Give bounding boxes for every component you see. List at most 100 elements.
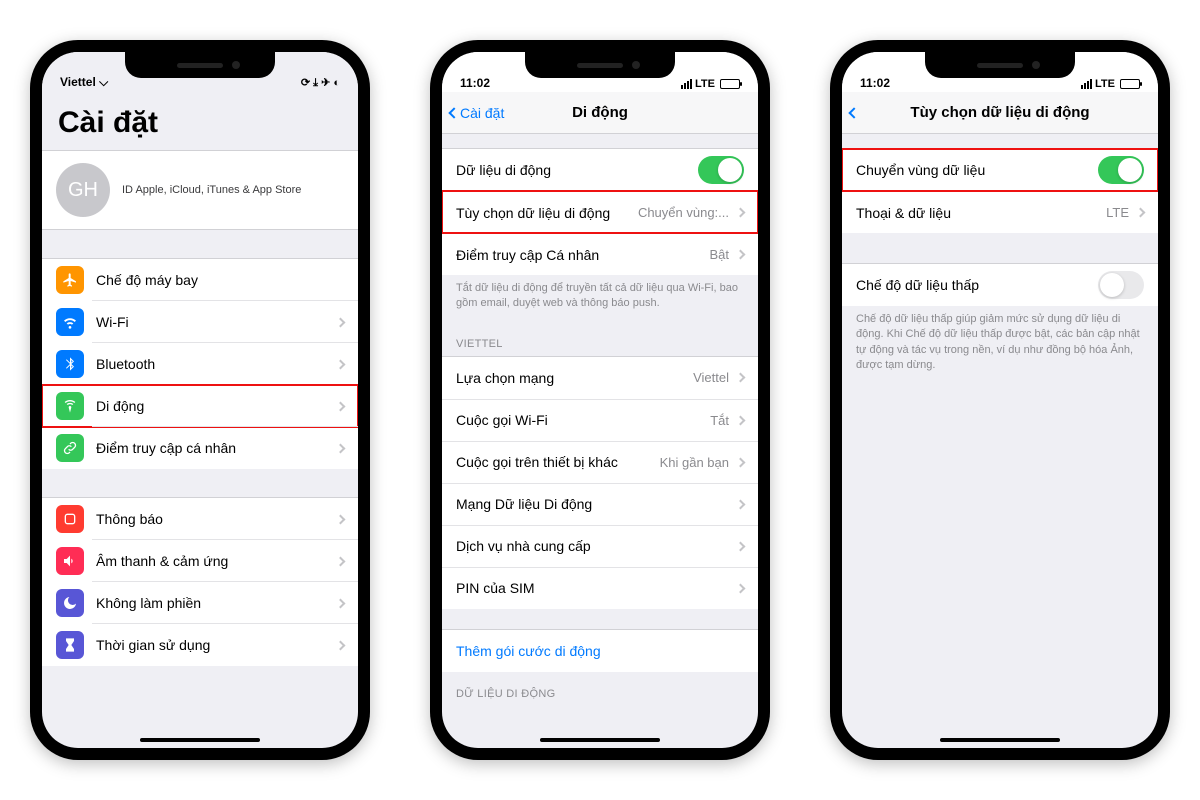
voice-data-row[interactable]: Thoại & dữ liệuLTE bbox=[842, 191, 1158, 233]
status-icons: ⟳ ⤓ ✈︎ ◐ bbox=[301, 76, 340, 90]
row-label: Chế độ máy bay bbox=[96, 272, 344, 288]
row-label: Bluetooth bbox=[96, 356, 329, 372]
row-label: PIN của SIM bbox=[456, 580, 729, 596]
add-cellular-plan[interactable]: Thêm gói cước di động bbox=[442, 630, 758, 672]
row-label: Wi-Fi bbox=[96, 314, 329, 330]
personal-hotspot-row[interactable]: Điểm truy cập Cá nhânBật bbox=[442, 233, 758, 275]
wifi-calling-row[interactable]: Cuộc gọi Wi-FiTắt bbox=[442, 399, 758, 441]
notifications-section: Thông báo Âm thanh & cảm ứng Không làm phi… bbox=[42, 497, 358, 666]
carrier-services-row[interactable]: Dịch vụ nhà cung cấp bbox=[442, 525, 758, 567]
chevron-right-icon bbox=[736, 208, 746, 218]
chevron-right-icon bbox=[736, 541, 746, 551]
row-label: Mạng Dữ liệu Di động bbox=[456, 496, 729, 512]
phone-frame-1: Viettel ⌵ ⟳ ⤓ ✈︎ ◐ Cài đặt GH ID Apple, … bbox=[30, 40, 370, 760]
row-value: Viettel bbox=[693, 370, 729, 385]
network-label: LTE bbox=[1095, 78, 1115, 90]
hourglass-icon bbox=[56, 631, 84, 659]
page-title: Cài đặt bbox=[42, 92, 358, 150]
row-label: Lựa chọn mạng bbox=[456, 370, 693, 386]
back-button[interactable]: Cài đặt bbox=[450, 105, 504, 121]
chevron-left-icon bbox=[448, 107, 459, 118]
row-label: Thời gian sử dụng bbox=[96, 637, 329, 653]
chevron-right-icon bbox=[336, 640, 346, 650]
cellular-footer: Tắt dữ liệu di động để truyền tất cả dữ … bbox=[442, 275, 758, 322]
signal-icon bbox=[1081, 79, 1092, 89]
chevron-right-icon bbox=[736, 250, 746, 260]
speaker-icon bbox=[56, 547, 84, 575]
row-label: Dịch vụ nhà cung cấp bbox=[456, 538, 729, 554]
network-selection-row[interactable]: Lựa chọn mạngViettel bbox=[442, 357, 758, 399]
home-indicator[interactable] bbox=[140, 738, 260, 742]
row-label: Di động bbox=[96, 398, 329, 414]
back-button[interactable] bbox=[850, 109, 858, 117]
data-roaming-row[interactable]: Chuyển vùng dữ liệu bbox=[842, 149, 1158, 191]
toggle[interactable] bbox=[1098, 156, 1144, 184]
viettel-header: VIETTEL bbox=[442, 322, 758, 356]
chevron-right-icon bbox=[736, 457, 746, 467]
row-value: Bật bbox=[709, 247, 729, 262]
sounds-row[interactable]: Âm thanh & cảm ứng bbox=[42, 540, 358, 582]
moon-icon bbox=[56, 589, 84, 617]
carrier-label: Viettel bbox=[60, 75, 96, 89]
wifi-icon bbox=[56, 308, 84, 336]
screentime-row[interactable]: Thời gian sử dụng bbox=[42, 624, 358, 666]
row-label: Không làm phiền bbox=[96, 595, 329, 611]
row-label: Điểm truy cập cá nhân bbox=[96, 440, 329, 456]
low-data-mode-row[interactable]: Chế độ dữ liệu thấp bbox=[842, 264, 1158, 306]
wifi-icon: ⌵ bbox=[99, 75, 108, 89]
home-indicator[interactable] bbox=[540, 738, 660, 742]
sim-pin-row[interactable]: PIN của SIM bbox=[442, 567, 758, 609]
avatar: GH bbox=[56, 163, 110, 217]
notch bbox=[525, 52, 675, 78]
row-label: Dữ liệu di động bbox=[456, 162, 698, 178]
status-time: 11:02 bbox=[860, 76, 1000, 90]
row-label: Âm thanh & cảm ứng bbox=[96, 553, 329, 569]
connectivity-section: Chế độ máy bay Wi-Fi Bluetooth Di động Điểm … bbox=[42, 258, 358, 469]
row-value: Tắt bbox=[710, 413, 729, 428]
phone-frame-3: 11:02 LTE Tùy chọn dữ liệu di động Chuyể… bbox=[830, 40, 1170, 760]
toggle[interactable] bbox=[698, 156, 744, 184]
row-label: Thông báo bbox=[96, 511, 329, 527]
row-label: Cuộc gọi trên thiết bị khác bbox=[456, 454, 660, 470]
battery-icon bbox=[720, 79, 740, 89]
status-time: 11:02 bbox=[460, 76, 600, 90]
mobile-data-network-row[interactable]: Mạng Dữ liệu Di động bbox=[442, 483, 758, 525]
chevron-right-icon bbox=[336, 443, 346, 453]
cellular-row[interactable]: Di động bbox=[42, 385, 358, 427]
chevron-right-icon bbox=[336, 401, 346, 411]
chevron-right-icon bbox=[736, 583, 746, 593]
row-label: Thoại & dữ liệu bbox=[856, 205, 1106, 221]
chevron-left-icon bbox=[848, 107, 859, 118]
apple-id-sub: ID Apple, iCloud, iTunes & App Store bbox=[122, 184, 301, 196]
notch bbox=[925, 52, 1075, 78]
data-header: DỮ LIỆU DI ĐỘNG bbox=[442, 672, 758, 706]
row-label: Tùy chọn dữ liệu di động bbox=[456, 205, 638, 221]
bluetooth-row[interactable]: Bluetooth bbox=[42, 343, 358, 385]
airplane-icon bbox=[56, 266, 84, 294]
apple-id-row[interactable]: GH ID Apple, iCloud, iTunes & App Store bbox=[42, 150, 358, 230]
calls-other-devices-row[interactable]: Cuộc gọi trên thiết bị khácKhi gần bạn bbox=[442, 441, 758, 483]
antenna-icon bbox=[56, 392, 84, 420]
dnd-row[interactable]: Không làm phiền bbox=[42, 582, 358, 624]
chevron-right-icon bbox=[736, 373, 746, 383]
row-value: Chuyển vùng:... bbox=[638, 205, 729, 220]
row-value: LTE bbox=[1106, 205, 1129, 220]
chevron-right-icon bbox=[736, 499, 746, 509]
cellular-data-options-row[interactable]: Tùy chọn dữ liệu di độngChuyển vùng:... bbox=[442, 191, 758, 233]
airplane-mode-row[interactable]: Chế độ máy bay bbox=[42, 259, 358, 301]
notifications-row[interactable]: Thông báo bbox=[42, 498, 358, 540]
notch bbox=[125, 52, 275, 78]
signal-icon bbox=[681, 79, 692, 89]
nav-header: Cài đặt Di động bbox=[442, 92, 758, 134]
row-label: Chuyển vùng dữ liệu bbox=[856, 162, 1098, 178]
row-label: Điểm truy cập Cá nhân bbox=[456, 247, 709, 263]
low-data-footer: Chế độ dữ liệu thấp giúp giảm mức sử dụn… bbox=[842, 306, 1158, 384]
home-indicator[interactable] bbox=[940, 738, 1060, 742]
row-label: Chế độ dữ liệu thấp bbox=[856, 277, 1098, 293]
toggle[interactable] bbox=[1098, 271, 1144, 299]
row-value: Khi gần bạn bbox=[660, 455, 729, 470]
battery-icon bbox=[1120, 79, 1140, 89]
hotspot-row[interactable]: Điểm truy cập cá nhân bbox=[42, 427, 358, 469]
cellular-data-row[interactable]: Dữ liệu di động bbox=[442, 149, 758, 191]
wifi-row[interactable]: Wi-Fi bbox=[42, 301, 358, 343]
